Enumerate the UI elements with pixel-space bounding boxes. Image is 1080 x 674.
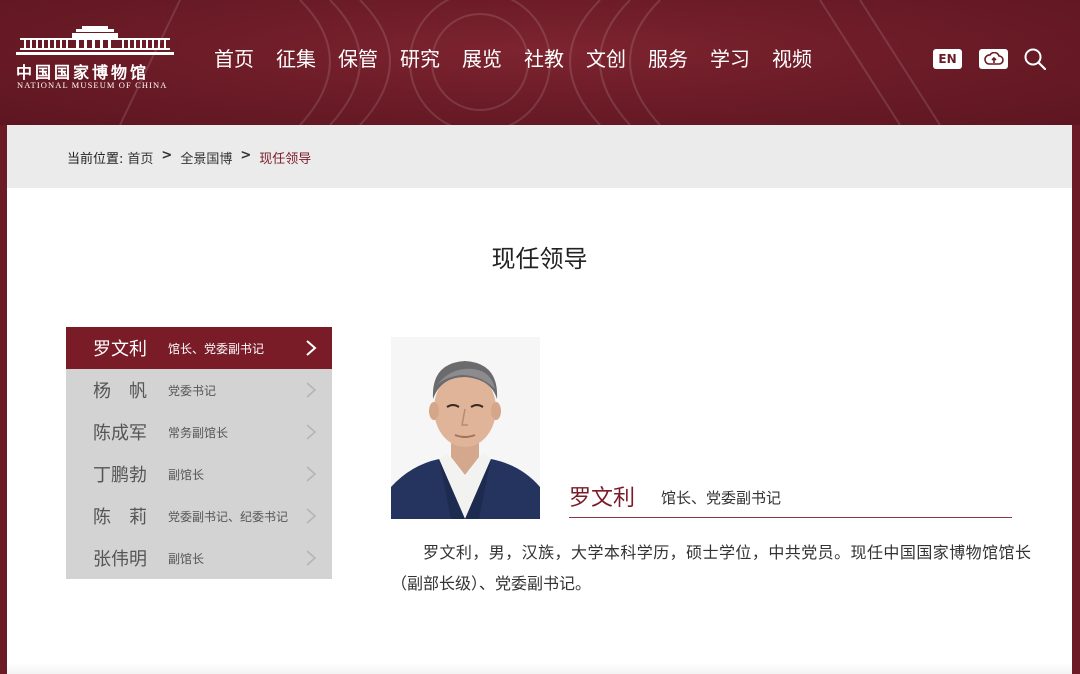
leader-item-chen-chengjun[interactable]: 陈成军 常务副馆长 bbox=[66, 411, 332, 453]
leader-item-yang-fan[interactable]: 杨 帆 党委书记 bbox=[66, 369, 332, 411]
search-icon[interactable] bbox=[1023, 47, 1047, 71]
leader-item-ding-pengbo[interactable]: 丁鹏勃 副馆长 bbox=[66, 453, 332, 495]
breadcrumb-overview[interactable]: 全景国博 bbox=[180, 148, 232, 167]
leader-name: 丁鹏勃 bbox=[93, 465, 147, 486]
main-content: 当前位置: 首页 > 全景国博 > 现任领导 现任领导 罗文利 馆长、党委副书记… bbox=[7, 125, 1072, 674]
detail-leader-role: 馆长、党委副书记 bbox=[661, 489, 782, 507]
leader-item-chen-li[interactable]: 陈 莉 党委副书记、纪委书记 bbox=[66, 495, 332, 537]
leader-name: 罗文利 bbox=[93, 339, 147, 360]
museum-building-icon bbox=[16, 26, 174, 55]
breadcrumb-separator: > bbox=[161, 148, 173, 163]
leader-name: 张伟明 bbox=[93, 549, 147, 570]
main-nav: 首页 征集 保管 研究 展览 社教 文创 服务 学习 视频 bbox=[203, 45, 823, 73]
cloud-upload-button[interactable] bbox=[979, 49, 1008, 69]
breadcrumb-separator: > bbox=[240, 148, 252, 163]
chevron-right-icon bbox=[306, 382, 317, 398]
chevron-right-icon bbox=[306, 340, 317, 356]
nav-item-education[interactable]: 社教 bbox=[513, 45, 575, 73]
cloud-upload-icon bbox=[983, 52, 1004, 65]
leader-portrait bbox=[391, 337, 540, 519]
breadcrumb-home[interactable]: 首页 bbox=[127, 148, 153, 167]
leader-name: 陈 莉 bbox=[93, 507, 147, 528]
nav-item-custody[interactable]: 保管 bbox=[327, 45, 389, 73]
leader-name: 陈成军 bbox=[93, 423, 147, 444]
detail-leader-name: 罗文利 bbox=[569, 486, 636, 511]
breadcrumb-current: 现任领导 bbox=[259, 152, 312, 167]
breadcrumb-bar: 当前位置: 首页 > 全景国博 > 现任领导 bbox=[7, 125, 1072, 188]
portrait-photo bbox=[391, 337, 540, 519]
leader-role: 馆长、党委副书记 bbox=[168, 341, 265, 356]
nav-item-collection[interactable]: 征集 bbox=[265, 45, 327, 73]
nav-item-research[interactable]: 研究 bbox=[389, 45, 451, 73]
page-title: 现任领导 bbox=[491, 245, 588, 273]
bottom-fade bbox=[7, 663, 1072, 674]
chevron-right-icon bbox=[306, 424, 317, 440]
logo-name-en: NATIONAL MUSEUM OF CHINA bbox=[17, 80, 168, 90]
leader-role: 党委副书记、纪委书记 bbox=[168, 509, 289, 524]
nav-item-cultural-products[interactable]: 文创 bbox=[575, 45, 637, 73]
leader-name: 杨 帆 bbox=[93, 381, 147, 402]
nav-item-exhibitions[interactable]: 展览 bbox=[451, 45, 513, 73]
nav-item-learning[interactable]: 学习 bbox=[699, 45, 761, 73]
leader-role: 副馆长 bbox=[168, 551, 205, 566]
leader-item-luo-wenli[interactable]: 罗文利 馆长、党委副书记 bbox=[66, 327, 332, 369]
nav-item-video[interactable]: 视频 bbox=[761, 45, 823, 73]
leader-role: 常务副馆长 bbox=[168, 425, 229, 440]
leader-item-zhang-weiming[interactable]: 张伟明 副馆长 bbox=[66, 537, 332, 579]
leader-role: 副馆长 bbox=[168, 467, 205, 482]
breadcrumb: 当前位置: 首页 > 全景国博 > 现任领导 bbox=[67, 148, 311, 167]
detail-leader-bio: 罗文利，男，汉族，大学本科学历，硕士学位，中共党员。现任中国国家博物馆馆长（副部… bbox=[391, 543, 1031, 593]
nav-item-home[interactable]: 首页 bbox=[203, 45, 265, 73]
leader-list: 罗文利 馆长、党委副书记 杨 帆 党委书记 陈成军 常务副馆长 丁鹏勃 副馆长 bbox=[66, 327, 332, 579]
leader-role: 党委书记 bbox=[168, 383, 217, 398]
breadcrumb-label: 当前位置: bbox=[67, 152, 124, 167]
header-tools: EN bbox=[933, 47, 1047, 71]
site-logo[interactable]: 中国国家博物馆 NATIONAL MUSEUM OF CHINA bbox=[16, 26, 176, 92]
site-header: 中国国家博物馆 NATIONAL MUSEUM OF CHINA 首页 征集 保… bbox=[0, 0, 1080, 125]
nav-item-services[interactable]: 服务 bbox=[637, 45, 699, 73]
english-language-button[interactable]: EN bbox=[933, 49, 962, 69]
chevron-right-icon bbox=[306, 466, 317, 482]
detail-divider bbox=[569, 517, 1012, 518]
chevron-right-icon bbox=[306, 508, 317, 524]
chevron-right-icon bbox=[306, 550, 317, 566]
